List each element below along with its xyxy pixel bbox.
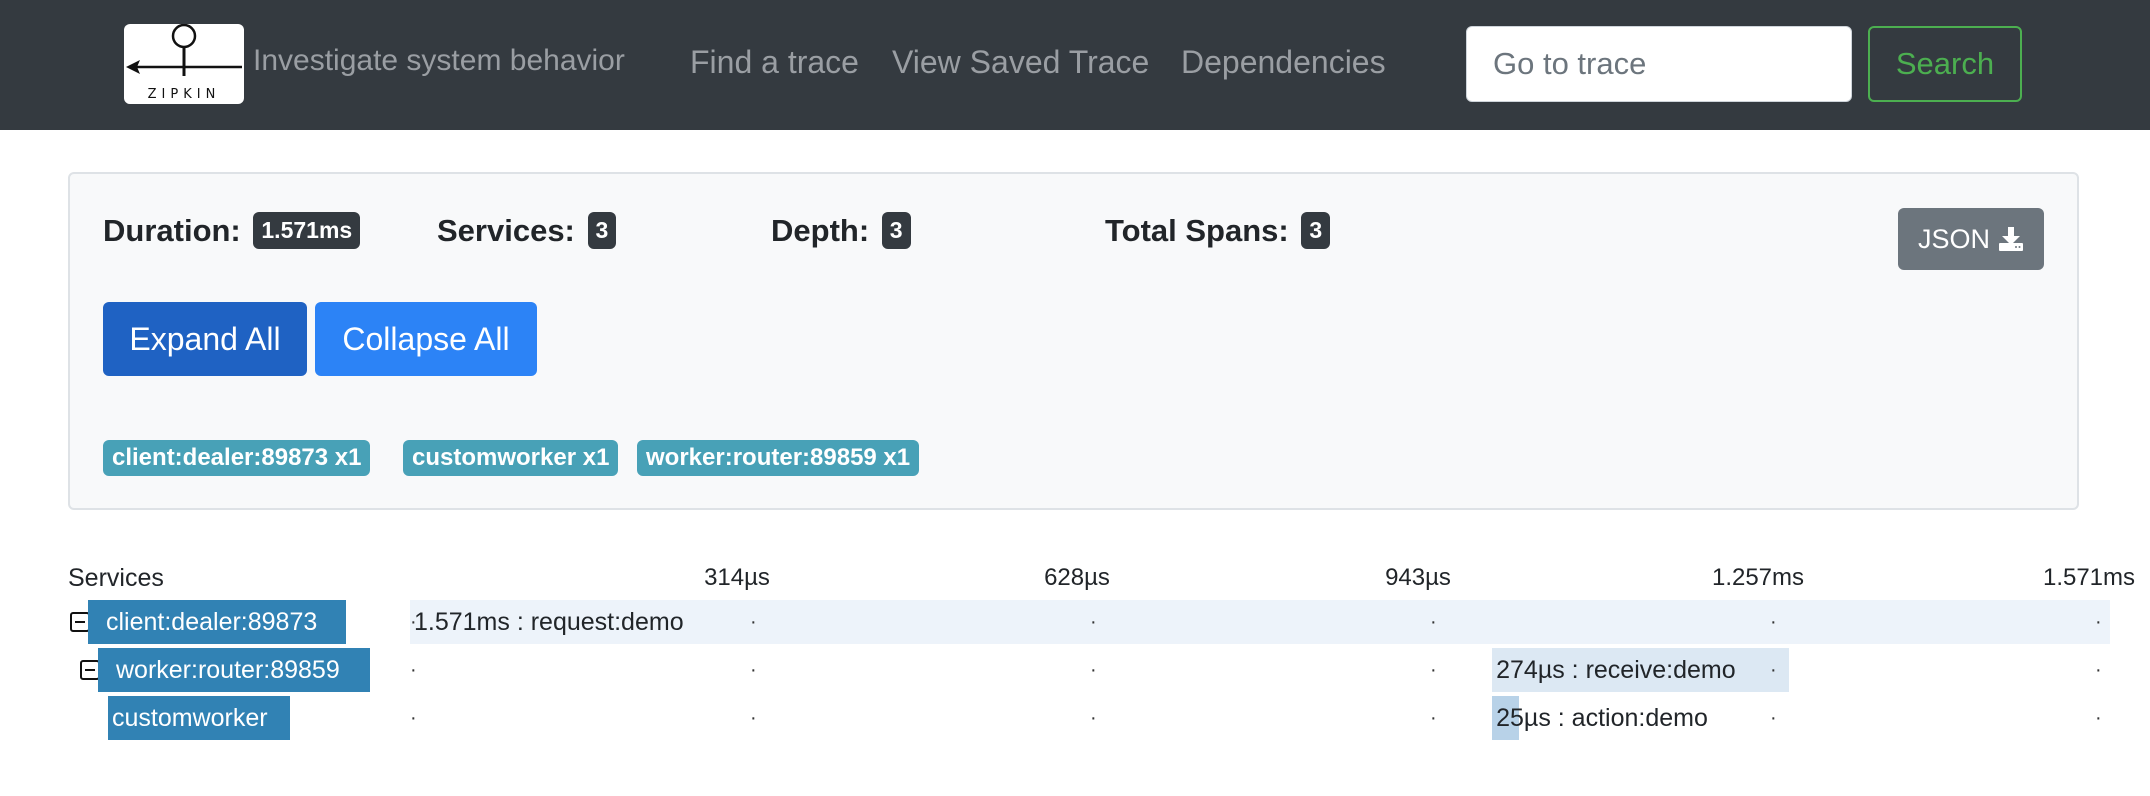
download-icon <box>1999 227 2023 251</box>
tagline: Investigate system behavior <box>253 44 625 77</box>
time-tick-label: 628µs <box>1044 564 1110 591</box>
svg-text:ZIPKIN: ZIPKIN <box>148 87 221 102</box>
zipkin-logo-icon: ZIPKIN <box>126 24 242 102</box>
zipkin-logo[interactable]: ZIPKIN <box>124 24 244 104</box>
timeline-dot: · <box>750 659 757 681</box>
timeline-dot: · <box>1430 611 1437 633</box>
timeline-dot: · <box>1090 707 1097 729</box>
timeline-dot: · <box>2095 611 2102 633</box>
timeline-dot: · <box>1770 611 1777 633</box>
service-badge-worker-router[interactable]: worker:router:89859 x1 <box>637 440 920 476</box>
timeline-dot: · <box>1090 611 1097 633</box>
duration-label: Duration: <box>103 213 241 248</box>
service-name[interactable]: customworker <box>108 696 290 740</box>
services-column-header: Services <box>68 564 164 592</box>
services-stat: Services: 3 <box>437 212 617 249</box>
time-tick-label: 943µs <box>1385 564 1451 591</box>
total-spans-label: Total Spans: <box>1105 213 1289 248</box>
timeline-dot: · <box>1090 659 1097 681</box>
nav-view-saved-trace[interactable]: View Saved Trace <box>892 44 1149 81</box>
time-tick-label: 1.571ms <box>2042 564 2136 591</box>
service-badge-customworker[interactable]: customworker x1 <box>403 440 619 476</box>
json-label: JSON <box>1917 223 1990 254</box>
depth-stat: Depth: 3 <box>771 212 911 249</box>
span-label: 1.571ms : request:demo <box>414 608 684 636</box>
go-to-trace-input[interactable] <box>1466 26 1852 102</box>
timeline-dot: · <box>1430 707 1437 729</box>
nav-dependencies[interactable]: Dependencies <box>1181 44 1386 81</box>
json-download-button[interactable]: JSON <box>1898 208 2044 270</box>
timeline-dot: · <box>750 611 757 633</box>
timeline-dot: · <box>2095 707 2102 729</box>
span-label: 274µs : receive:demo <box>1496 656 1736 684</box>
services-label: Services: <box>437 213 575 248</box>
services-badge: 3 <box>587 212 617 249</box>
duration-badge: 1.571ms <box>253 212 361 249</box>
total-spans-stat: Total Spans: 3 <box>1105 212 1331 249</box>
navbar: ZIPKIN Investigate system behavior Find … <box>0 0 2150 130</box>
depth-label: Depth: <box>771 213 870 248</box>
timeline-dot: · <box>1430 659 1437 681</box>
service-name[interactable]: client:dealer:89873 <box>88 600 346 644</box>
time-tick-label: 314µs <box>704 564 770 591</box>
timeline-dot: · <box>410 707 417 729</box>
collapse-toggle-icon[interactable] <box>80 660 100 680</box>
timeline-dot: · <box>2095 659 2102 681</box>
depth-badge: 3 <box>881 212 911 249</box>
timeline-dot: · <box>1770 659 1777 681</box>
collapse-all-button[interactable]: Collapse All <box>315 302 537 376</box>
total-spans-badge: 3 <box>1301 212 1331 249</box>
span-label: 25µs : action:demo <box>1496 704 1708 732</box>
timeline-dot: · <box>410 659 417 681</box>
expand-all-button[interactable]: Expand All <box>103 302 307 376</box>
timeline-dot: · <box>1770 707 1777 729</box>
timeline-dot: · <box>750 707 757 729</box>
nav-find-a-trace[interactable]: Find a trace <box>690 44 859 81</box>
service-name[interactable]: worker:router:89859 <box>98 648 370 692</box>
trace-summary-panel: Duration: 1.571ms Services: 3 Depth: 3 T… <box>68 172 2079 510</box>
duration-stat: Duration: 1.571ms <box>103 212 361 249</box>
time-tick-label: 1.257ms <box>1711 564 1805 591</box>
collapse-toggle-icon[interactable] <box>70 612 90 632</box>
search-button[interactable]: Search <box>1868 26 2022 102</box>
service-badge-client-dealer[interactable]: client:dealer:89873 x1 <box>103 440 371 476</box>
